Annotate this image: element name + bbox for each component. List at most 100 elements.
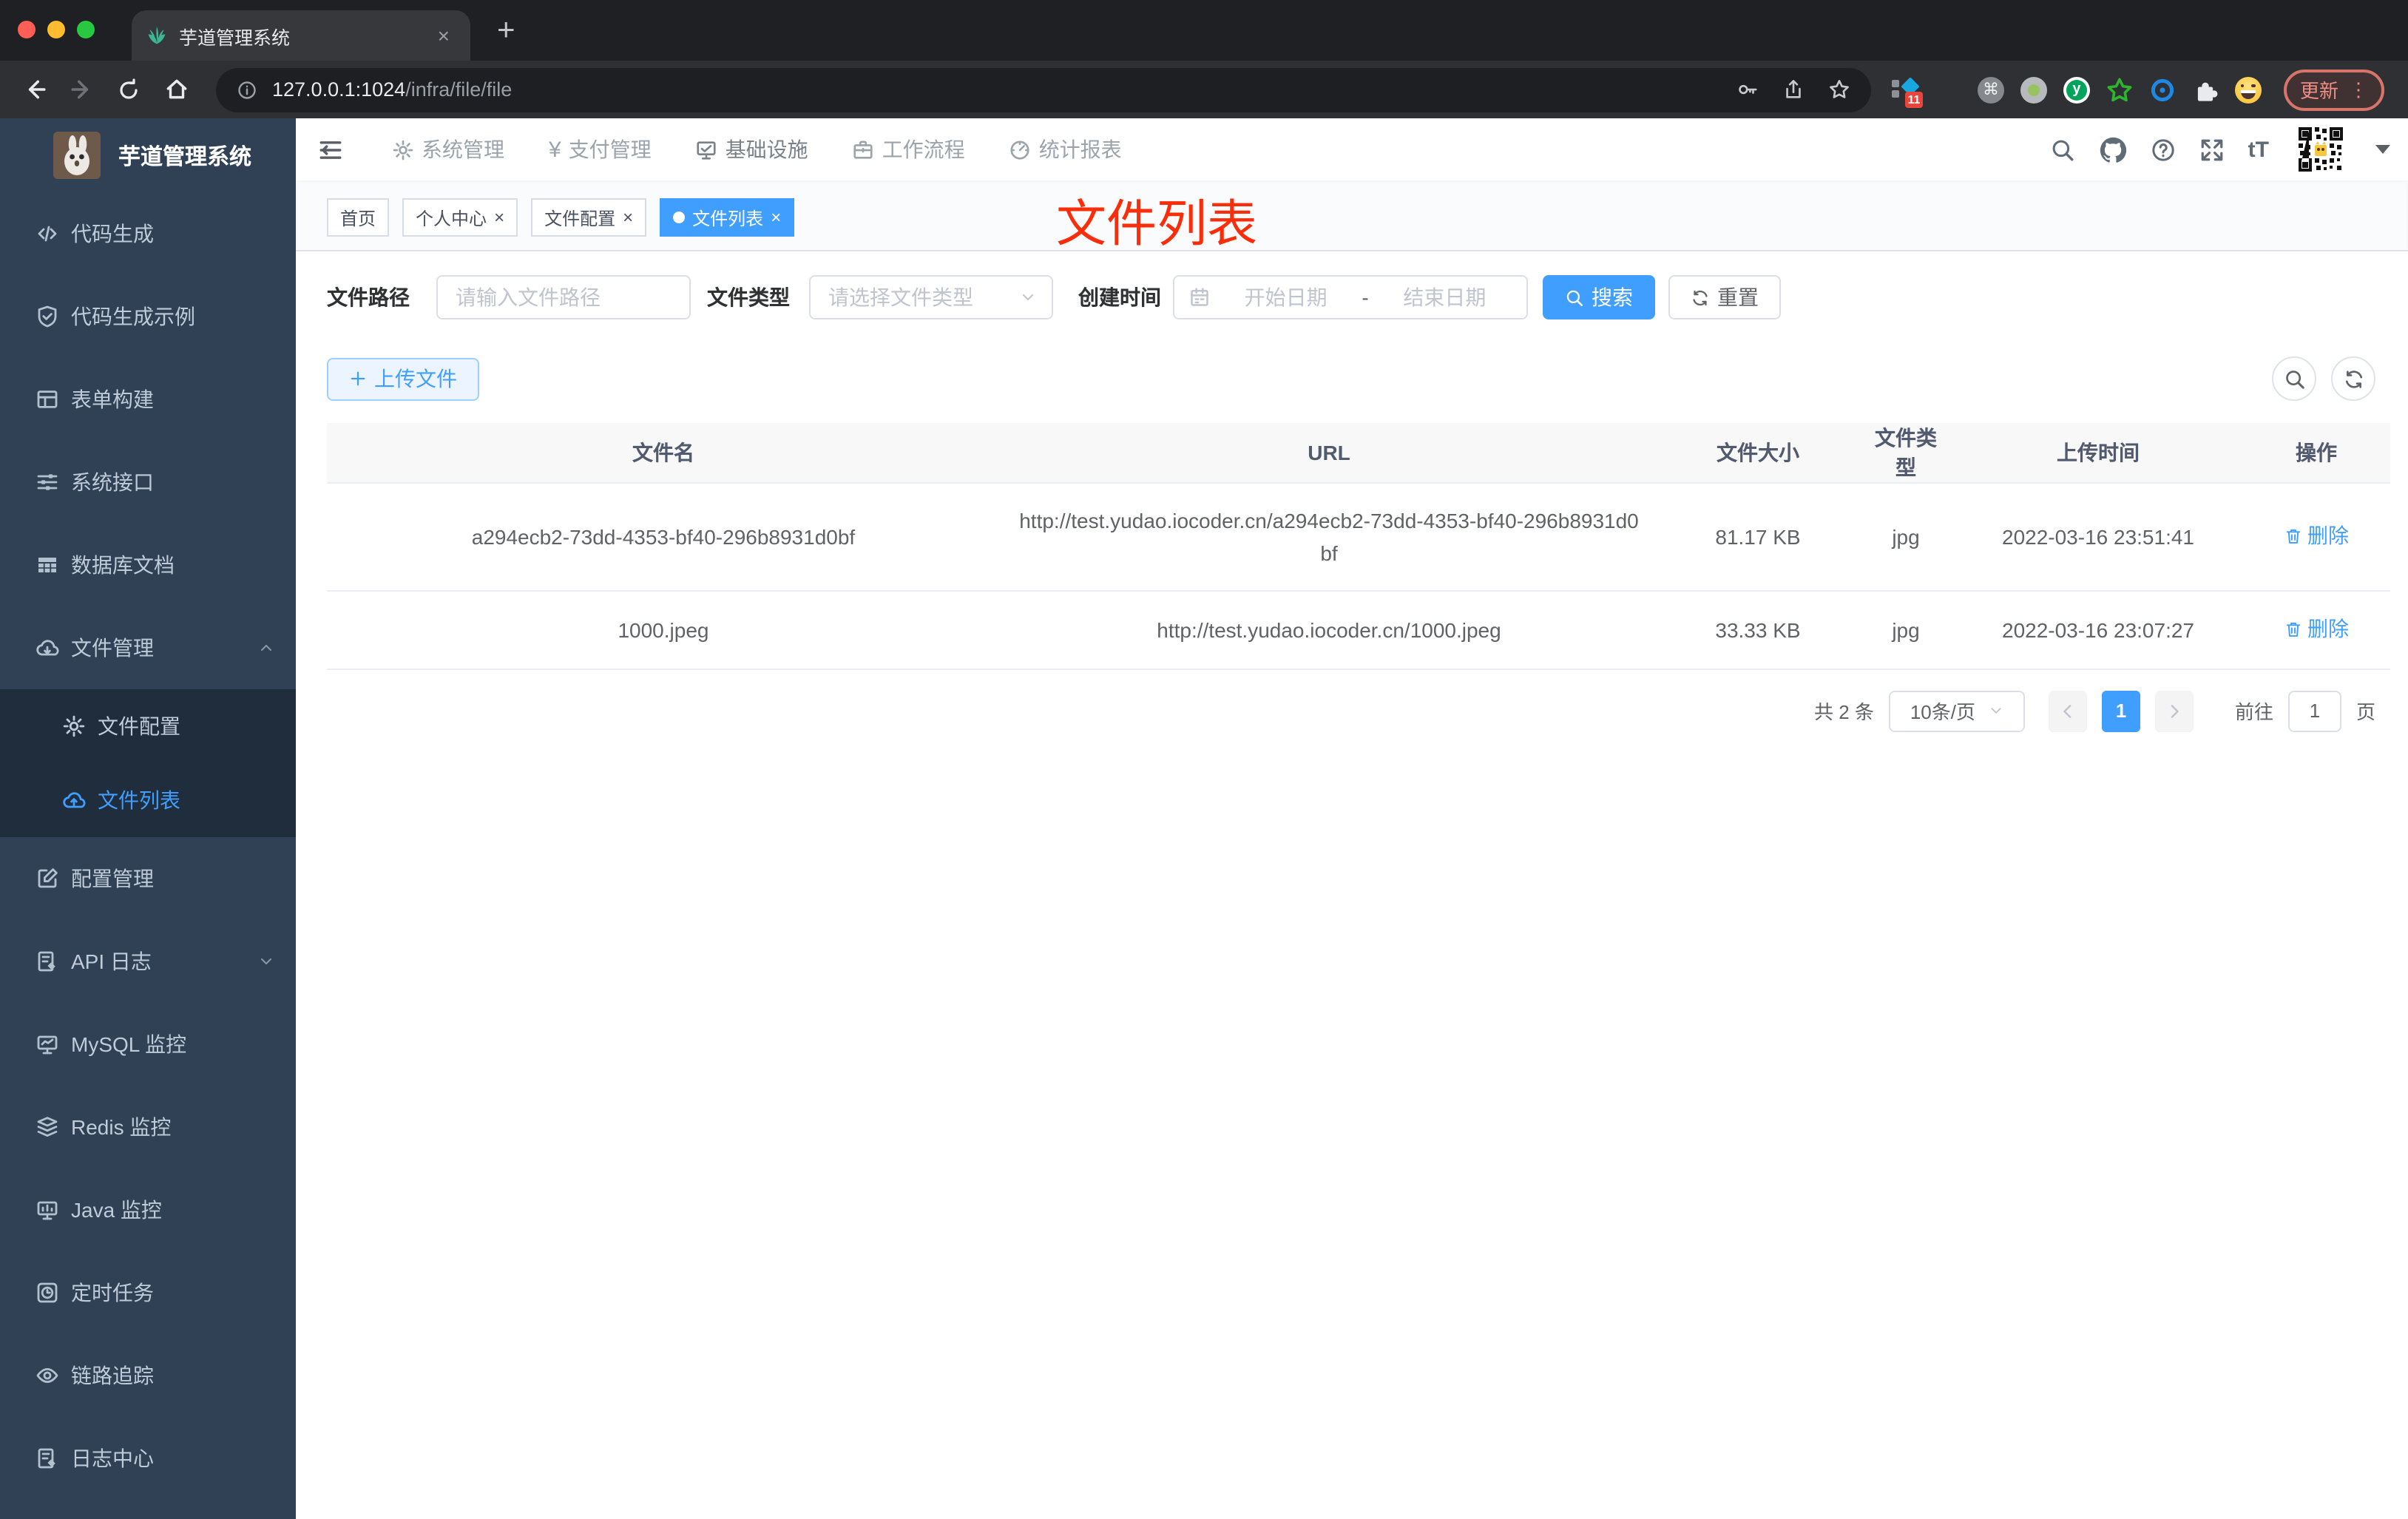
- sidebar-item-tracing[interactable]: 链路追踪: [0, 1334, 296, 1417]
- minimize-window-button[interactable]: [47, 21, 65, 38]
- sidebar-item-redis-monitor[interactable]: Redis 监控: [0, 1086, 296, 1168]
- reset-button[interactable]: 重置: [1668, 275, 1781, 319]
- tag-close-icon[interactable]: ×: [494, 209, 504, 226]
- tag-home[interactable]: 首页: [327, 198, 390, 237]
- reset-button-label: 重置: [1717, 285, 1759, 309]
- sidebar-item-java-monitor[interactable]: Java 监控: [0, 1168, 296, 1251]
- sidebar-item-db-doc[interactable]: 数据库文档: [0, 524, 296, 606]
- extension-tampermonkey-icon[interactable]: 11: [1891, 76, 1923, 107]
- sidebar-item-file-list[interactable]: 文件列表: [0, 763, 296, 837]
- upload-button-label: 上传文件: [374, 367, 457, 390]
- sidebar-menu: 代码生成 代码生成示例 表单构建 系统接口 数据库文档 文件管理 文件配置 文件…: [0, 192, 296, 1519]
- top-menu-payment[interactable]: ¥ 支付管理: [549, 135, 652, 164]
- cloud-upload-icon: [62, 788, 86, 812]
- upload-file-button[interactable]: 上传文件: [327, 357, 479, 400]
- end-date-placeholder: 结束日期: [1403, 285, 1487, 309]
- font-size-icon[interactable]: tT: [2248, 137, 2269, 162]
- maximize-window-button[interactable]: [77, 21, 95, 38]
- top-menu-system[interactable]: 系统管理: [392, 135, 504, 164]
- sidebar-item-api-log[interactable]: API 日志: [0, 920, 296, 1003]
- extension-record-icon[interactable]: [2020, 76, 2047, 103]
- site-info-icon[interactable]: [237, 79, 257, 100]
- gear-icon: [62, 714, 86, 738]
- delete-button[interactable]: 删除: [2284, 520, 2349, 552]
- refresh-table-button[interactable]: [2331, 356, 2375, 401]
- show-search-button[interactable]: [2272, 356, 2316, 401]
- sidebar-item-config-management[interactable]: 配置管理: [0, 837, 296, 920]
- browser-tab[interactable]: 芋道管理系统 ×: [132, 10, 470, 61]
- tag-file-config[interactable]: 文件配置 ×: [531, 198, 647, 237]
- chevron-right-icon: [2165, 702, 2183, 720]
- tag-file-list[interactable]: 文件列表 ×: [660, 198, 795, 237]
- sidebar-fold-icon[interactable]: [318, 137, 343, 162]
- tag-profile[interactable]: 个人中心 ×: [402, 198, 518, 237]
- tag-close-icon[interactable]: ×: [623, 209, 633, 226]
- search-icon: [1565, 288, 1584, 307]
- browser-menu-icon[interactable]: ⋮: [2349, 78, 2368, 101]
- address-bar[interactable]: 127.0.0.1:1024 /infra/file/file: [216, 67, 1871, 112]
- file-type-select[interactable]: 请选择文件类型: [809, 275, 1053, 319]
- cell-file-size: 81.17 KB: [1658, 483, 1858, 592]
- tags-bar: 首页 个人中心 × 文件配置 × 文件列表 ×: [296, 180, 2408, 251]
- sidebar-item-file-management[interactable]: 文件管理: [0, 606, 296, 689]
- help-icon[interactable]: [2151, 137, 2176, 162]
- browser-update-button[interactable]: 更新 ⋮: [2283, 69, 2384, 110]
- extensions-puzzle-icon[interactable]: [2192, 76, 2219, 103]
- delete-button[interactable]: 删除: [2284, 612, 2349, 645]
- browser-toolbar: 127.0.0.1:1024 /infra/file/file 11 ⌘ y 更…: [0, 61, 2408, 118]
- goto-page-input[interactable]: [2287, 690, 2341, 731]
- sidebar-item-code-generation[interactable]: 代码生成: [0, 192, 296, 275]
- fullscreen-icon[interactable]: [2199, 137, 2225, 162]
- top-menu: 系统管理 ¥ 支付管理 基础设施 工作流程 统计报表: [392, 135, 1122, 164]
- extension-y-icon[interactable]: y: [2063, 76, 2090, 103]
- back-button[interactable]: [15, 70, 53, 109]
- sidebar-item-code-example[interactable]: 代码生成示例: [0, 275, 296, 358]
- reload-button[interactable]: [109, 70, 148, 109]
- github-icon[interactable]: [2099, 135, 2127, 163]
- tab-close-icon[interactable]: ×: [432, 22, 456, 49]
- extension-emoji-icon[interactable]: [2234, 76, 2262, 103]
- password-key-icon[interactable]: [1736, 78, 1759, 101]
- sidebar-item-label: 代码生成: [71, 222, 154, 246]
- close-window-button[interactable]: [18, 21, 35, 38]
- home-button[interactable]: [157, 70, 195, 109]
- chevron-down-icon: [1019, 288, 1037, 306]
- sidebar-item-label: 链路追踪: [71, 1364, 154, 1387]
- sidebar-item-log-center[interactable]: 日志中心: [0, 1417, 296, 1500]
- file-path-input[interactable]: [436, 275, 691, 319]
- sidebar-logo[interactable]: 芋道管理系统: [0, 118, 296, 192]
- extension-command-icon[interactable]: ⌘: [1977, 76, 2004, 103]
- next-page-button[interactable]: [2154, 690, 2194, 731]
- page-size-select[interactable]: 10条/页: [1888, 690, 2025, 731]
- sidebar-item-system-api[interactable]: 系统接口: [0, 441, 296, 524]
- extension-star-icon[interactable]: [2106, 76, 2133, 103]
- search-icon[interactable]: [2050, 137, 2075, 162]
- tag-close-icon[interactable]: ×: [771, 209, 781, 226]
- sidebar-item-mysql-monitor[interactable]: MySQL 监控: [0, 1003, 296, 1086]
- search-button[interactable]: 搜索: [1543, 275, 1655, 319]
- log-edit-icon: [35, 950, 59, 973]
- new-tab-button[interactable]: +: [488, 13, 524, 49]
- top-navbar: 系统管理 ¥ 支付管理 基础设施 工作流程 统计报表 tT: [296, 118, 2408, 180]
- share-icon[interactable]: [1782, 78, 1805, 101]
- page-content: 文件路径 文件类型 请选择文件类型 创建时间 开始日期 - 结束日期: [296, 251, 2408, 1519]
- sidebar-item-form-builder[interactable]: 表单构建: [0, 358, 296, 441]
- top-menu-workflow[interactable]: 工作流程: [853, 135, 965, 164]
- extension-gem-icon[interactable]: [1935, 76, 1961, 103]
- avatar[interactable]: [2293, 121, 2349, 177]
- prev-page-button[interactable]: [2048, 690, 2087, 731]
- caret-down-icon[interactable]: [2375, 145, 2390, 154]
- sidebar-item-file-config[interactable]: 文件配置: [0, 689, 296, 763]
- top-menu-reports[interactable]: 统计报表: [1009, 135, 1122, 164]
- top-menu-infrastructure[interactable]: 基础设施: [696, 135, 808, 164]
- monitor-chart-icon: [35, 1032, 59, 1056]
- bookmark-star-icon[interactable]: [1828, 78, 1850, 101]
- forward-button[interactable]: [62, 70, 101, 109]
- extension-eye-icon[interactable]: [2149, 76, 2176, 103]
- log-center-icon: [35, 1447, 59, 1470]
- col-url: URL: [1000, 423, 1658, 484]
- sidebar-item-scheduled-tasks[interactable]: 定时任务: [0, 1251, 296, 1334]
- current-page-button[interactable]: 1: [2101, 690, 2140, 731]
- date-range-picker[interactable]: 开始日期 - 结束日期: [1173, 275, 1528, 319]
- sidebar-item-label: 文件管理: [71, 636, 154, 660]
